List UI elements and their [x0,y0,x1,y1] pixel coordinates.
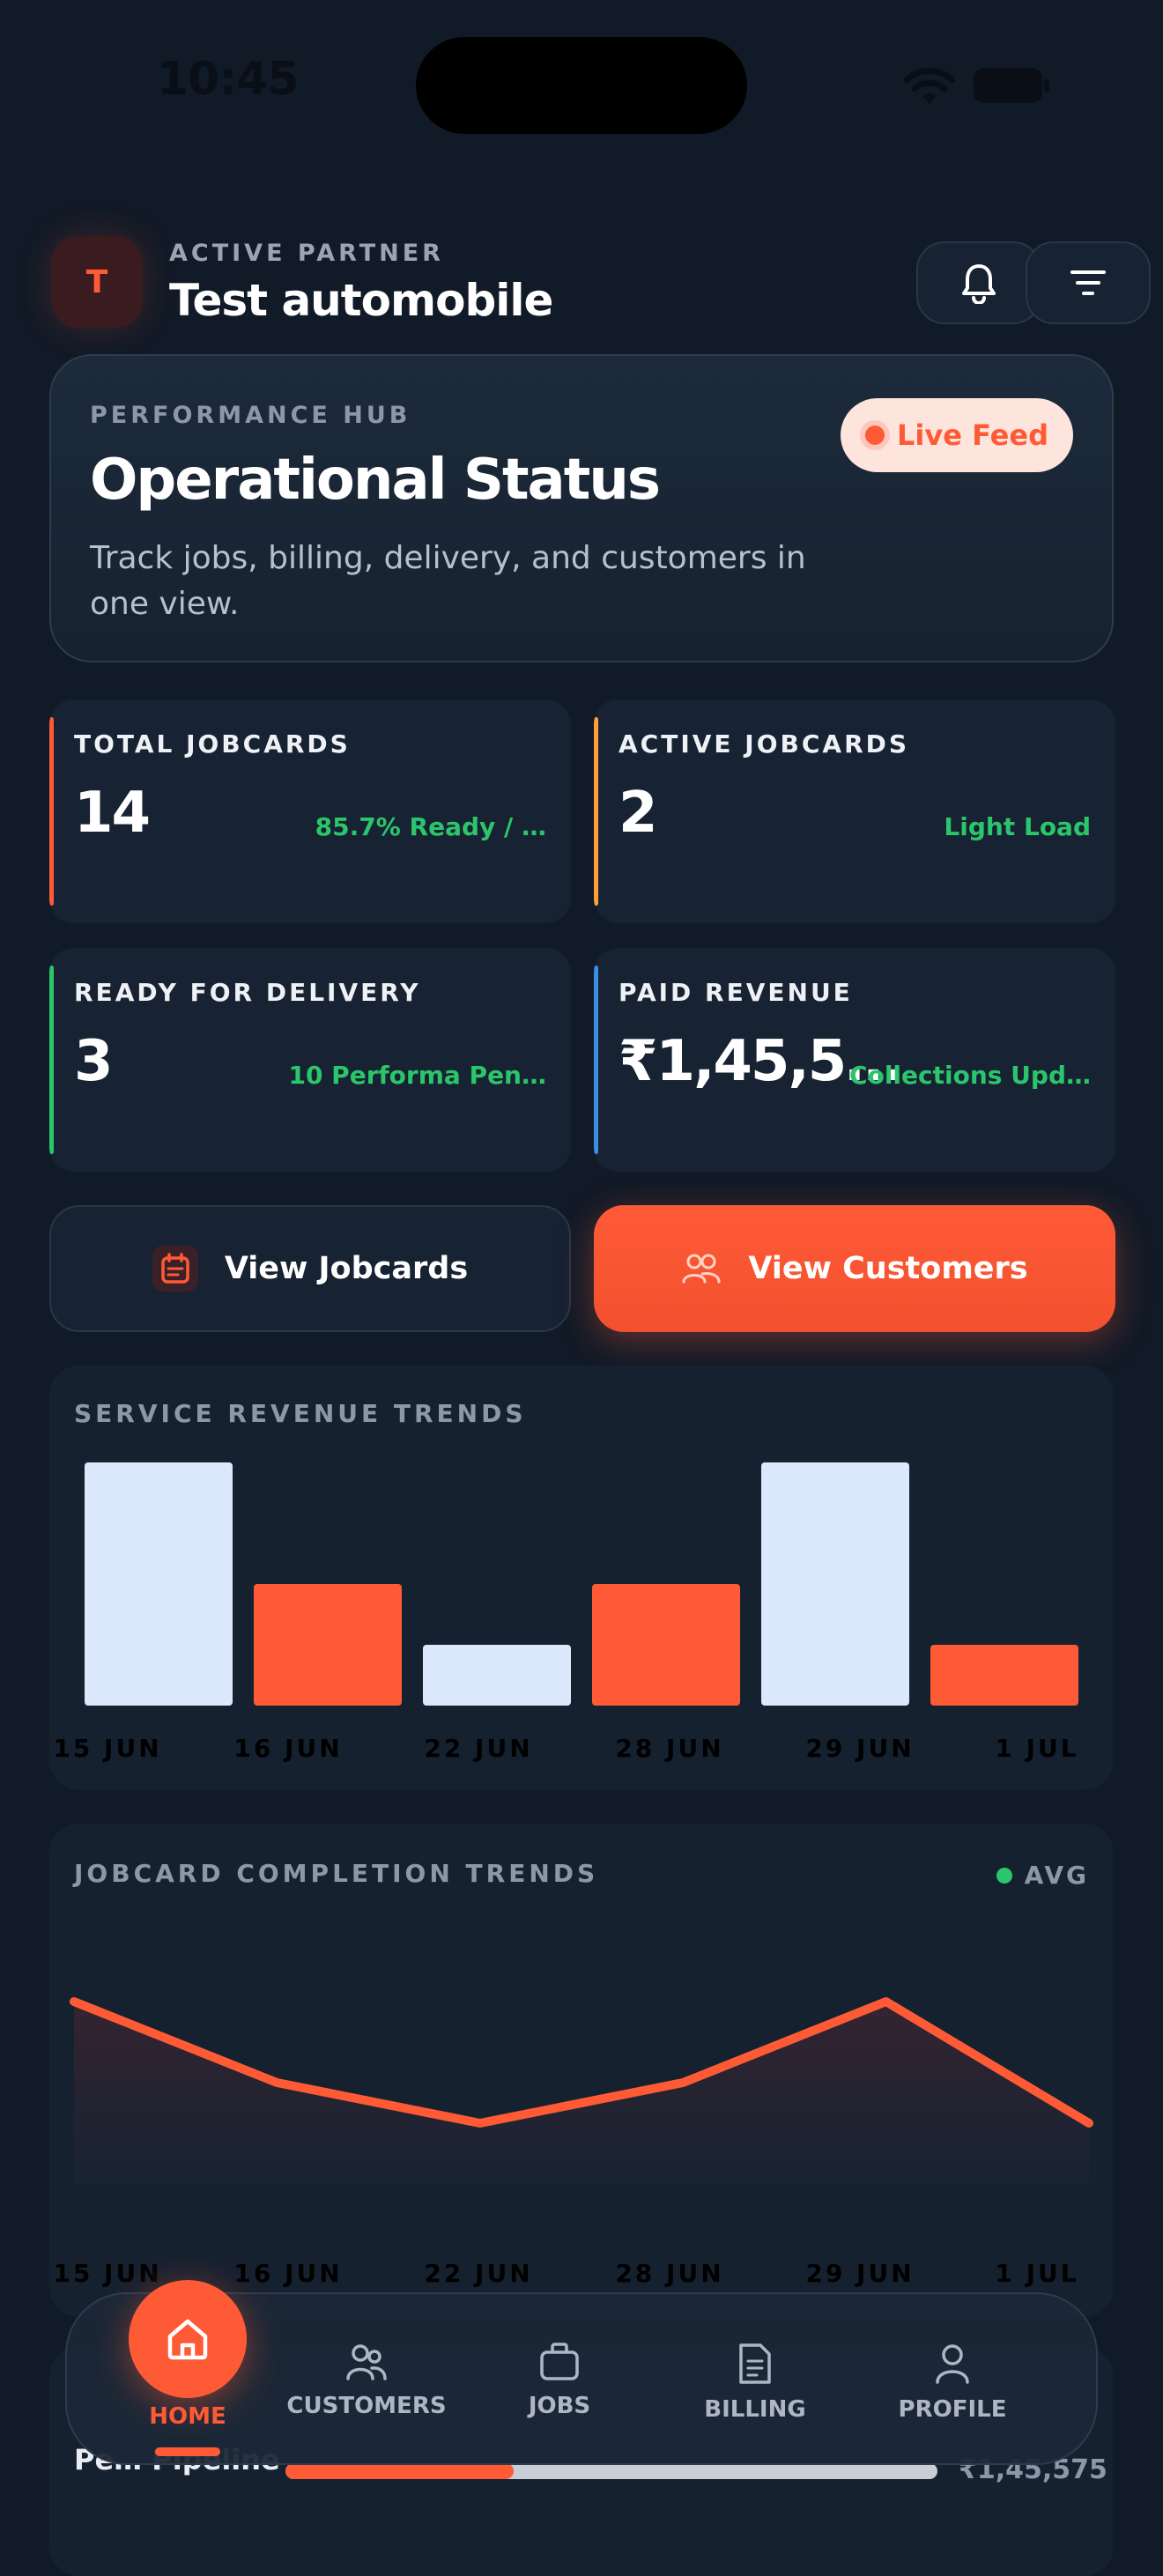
x-tick-label: 15 JUN [53,1734,161,1763]
x-tick-label: 16 JUN [233,1734,342,1763]
x-tick-label: 29 JUN [805,1734,914,1763]
revenue-bar [85,1462,233,1706]
completion-point [478,2121,482,2125]
tab-label: BILLING [704,2396,806,2423]
completion-point [72,2000,76,2003]
revenue-bar [930,1645,1078,1706]
tab-label: CUSTOMERS [286,2393,447,2419]
wifi-icon [903,67,956,104]
notifications-button[interactable] [916,241,1041,324]
revenue-bar [592,1584,740,1706]
stat-note: Light Load [944,812,1091,841]
customers-icon [682,1254,721,1284]
tab-profile[interactable]: PROFILE [886,2294,1019,2467]
hub-label: PERFORMANCE HUB [90,402,411,429]
x-tick-label: 1 JUL [995,2259,1078,2288]
partner-name: Test automobile [169,275,553,326]
view-customers-button[interactable]: View Customers [594,1205,1115,1332]
revenue-chart-title: SERVICE REVENUE TRENDS [74,1399,527,1428]
stat-value: 2 [619,781,658,846]
completion-point [275,2081,279,2084]
stat-label: READY FOR DELIVERY [74,978,421,1007]
active-partner-label: ACTIVE PARTNER [169,240,444,267]
stat-note: Collections Upd… [849,1061,1091,1090]
live-feed-label: Live Feed [897,418,1048,452]
tab-jobs[interactable]: JOBS [493,2294,626,2467]
stat-value: 14 [74,781,151,846]
hub-description: Track jobs, billing, delivery, and custo… [90,540,806,622]
status-time: 10:45 [157,53,300,106]
revenue-bar [254,1584,402,1706]
x-tick-label: 29 JUN [805,2259,914,2288]
stat-card-total-jobcards[interactable]: TOTAL JOBCARDS 14 85.7% Ready / … [49,700,571,923]
live-feed-badge[interactable]: Live Feed [841,398,1073,472]
stat-note: 85.7% Ready / … [315,812,546,841]
tab-home-label: HOME [149,2403,226,2430]
tab-label: JOBS [528,2393,591,2419]
battery-icon [974,68,1049,103]
tab-billing[interactable]: BILLING [689,2294,821,2467]
avg-legend-dot [996,1867,1012,1884]
calendar-icon [152,1246,198,1292]
filter-icon [1070,270,1106,295]
stat-note: 10 Performa Pen… [288,1061,546,1090]
stat-card-active-jobcards[interactable]: ACTIVE JOBCARDS 2 Light Load [594,700,1115,923]
home-icon [167,2319,208,2360]
view-customers-label: View Customers [748,1251,1028,1286]
document-icon [739,2343,771,2384]
stat-label: TOTAL JOBCARDS [74,729,351,759]
completion-line-chart: 15 JUN 16 JUN 22 JUN 28 JUN 29 JUN 1 JUL [53,1997,1093,2288]
x-tick-label: 22 JUN [424,2259,532,2288]
avatar[interactable]: T [51,236,143,328]
completion-point [681,2081,685,2084]
view-jobcards-label: View Jobcards [224,1251,469,1286]
customers-icon [346,2344,387,2380]
stat-card-ready-for-delivery[interactable]: READY FOR DELIVERY 3 10 Performa Pen… [49,948,571,1172]
x-tick-label: 28 JUN [615,2259,723,2288]
revenue-bar [423,1645,571,1706]
live-dot-icon [865,426,885,445]
tab-customers[interactable]: CUSTOMERS [278,2294,455,2467]
completion-point [1087,2121,1091,2125]
tab-label: PROFILE [898,2396,1007,2423]
avg-legend: AVG [996,1861,1089,1890]
briefcase-icon [540,2343,579,2380]
active-tab-indicator [155,2447,220,2456]
stat-value: 3 [74,1029,114,1094]
revenue-bar [761,1462,909,1706]
revenue-bar-chart: 15 JUN 16 JUN 22 JUN 28 JUN 29 JUN 1 JUL [53,1462,1078,1763]
bell-icon [962,264,996,304]
view-jobcards-button[interactable]: View Jobcards [49,1205,571,1332]
stat-card-paid-revenue[interactable]: PAID REVENUE ₹1,45,5… Collections Upd… [594,948,1115,1172]
filter-button[interactable] [1026,241,1151,324]
avg-legend-label: AVG [1024,1861,1089,1890]
x-tick-label: 16 JUN [233,2259,342,2288]
tab-home[interactable] [129,2280,247,2398]
stat-label: PAID REVENUE [619,978,853,1007]
x-tick-label: 28 JUN [615,1734,723,1763]
hub-title: Operational Status [90,448,661,513]
x-tick-label: 1 JUL [995,1734,1078,1763]
completion-chart-title: JOBCARD COMPLETION TRENDS [74,1859,599,1888]
completion-point [884,2000,888,2003]
stat-label: ACTIVE JOBCARDS [619,729,910,759]
profile-icon [936,2344,969,2384]
dynamic-island [416,37,747,134]
x-tick-label: 15 JUN [53,2259,161,2288]
x-tick-label: 22 JUN [424,1734,532,1763]
